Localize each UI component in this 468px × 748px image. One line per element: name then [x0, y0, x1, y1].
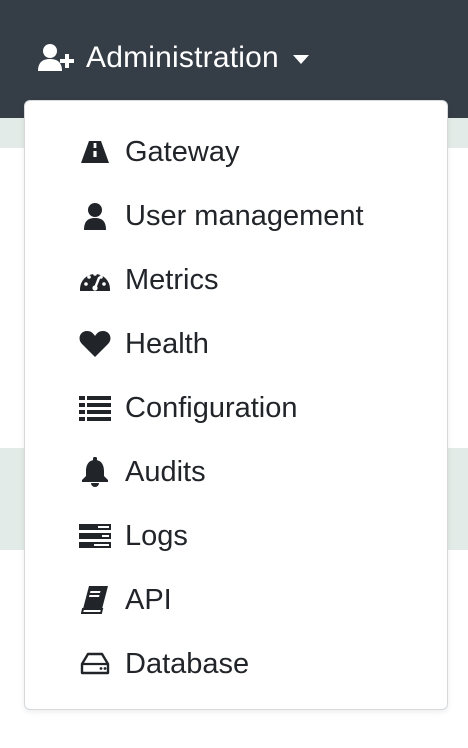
user-plus-icon — [38, 43, 76, 73]
menu-item-label: Logs — [125, 520, 188, 552]
menu-item-label: Metrics — [125, 264, 219, 296]
book-icon — [79, 584, 111, 616]
administration-dropdown-menu: Gateway User management Metrics Health C… — [24, 100, 448, 710]
menu-item-health[interactable]: Health — [25, 312, 447, 376]
bell-icon — [79, 456, 111, 488]
menu-item-gateway[interactable]: Gateway — [25, 120, 447, 184]
menu-item-logs[interactable]: Logs — [25, 504, 447, 568]
menu-item-api[interactable]: API — [25, 568, 447, 632]
menu-item-metrics[interactable]: Metrics — [25, 248, 447, 312]
menu-item-label: Configuration — [125, 392, 298, 424]
list-icon — [79, 392, 111, 424]
user-icon — [79, 200, 111, 232]
road-icon — [79, 136, 111, 168]
menu-item-label: Health — [125, 328, 209, 360]
menu-item-user-management[interactable]: User management — [25, 184, 447, 248]
menu-item-configuration[interactable]: Configuration — [25, 376, 447, 440]
menu-item-database[interactable]: Database — [25, 632, 447, 696]
caret-down-icon — [292, 54, 309, 64]
menu-item-label: API — [125, 584, 172, 616]
menu-item-label: Audits — [125, 456, 206, 488]
menu-item-label: Database — [125, 648, 250, 680]
menu-item-label: User management — [125, 200, 364, 232]
menu-item-label: Gateway — [125, 136, 240, 168]
heart-icon — [79, 328, 111, 360]
hdd-icon — [79, 648, 111, 680]
administration-label: Administration — [86, 41, 279, 74]
tasks-icon — [79, 520, 111, 552]
administration-dropdown-toggle[interactable]: Administration — [38, 36, 309, 80]
tachometer-icon — [79, 264, 111, 296]
menu-item-audits[interactable]: Audits — [25, 440, 447, 504]
